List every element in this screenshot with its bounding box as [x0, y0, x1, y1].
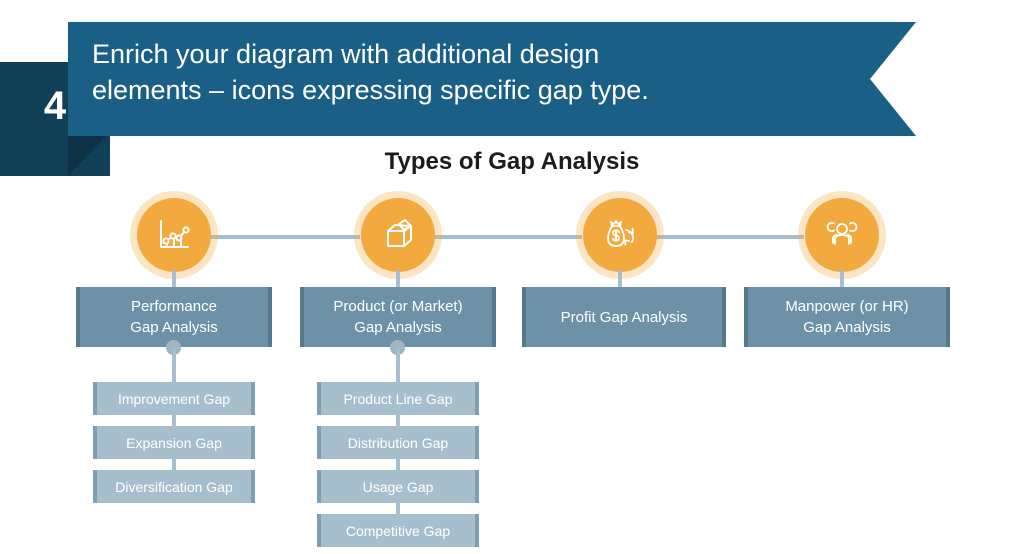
header-banner: Enrich your diagram with additional desi… [68, 22, 916, 136]
sub-box-label: Competitive Gap [345, 522, 451, 539]
connector-rail-3-4 [656, 235, 804, 239]
sub-box-expansion-gap[interactable]: Expansion Gap [93, 426, 255, 459]
sub-box-label: Diversification Gap [115, 478, 233, 495]
connector-rail-2-3 [434, 235, 582, 239]
sub-box-label: Product Line Gap [343, 390, 453, 407]
sub-box-distribution-gap[interactable]: Distribution Gap [317, 426, 479, 459]
sub-box-label: Usage Gap [362, 478, 434, 495]
main-box-profit-label: Profit Gap Analysis [560, 308, 688, 326]
banner-line-1: Enrich your diagram with additional desi… [92, 39, 600, 69]
diagram-title: Types of Gap Analysis [384, 148, 640, 175]
sub-box-label: Expansion Gap [126, 434, 222, 451]
node-circle-manpower[interactable] [805, 198, 879, 272]
stem-performance [172, 270, 176, 288]
sub-box-usage-gap[interactable]: Usage Gap [317, 470, 479, 503]
main-box-manpower[interactable]: Manpower (or HR) Gap Analysis [744, 287, 950, 347]
sub-box-diversification-gap[interactable]: Diversification Gap [93, 470, 255, 503]
main-box-product-label: Product (or Market) Gap Analysis [333, 298, 463, 336]
banner-line-2: elements – icons expressing specific gap… [92, 75, 649, 105]
node-circle-product[interactable] [361, 198, 435, 272]
sub-box-competitive-gap[interactable]: Competitive Gap [317, 514, 479, 547]
main-box-product[interactable]: Product (or Market) Gap Analysis [300, 287, 496, 347]
main-box-performance[interactable]: Performance Gap Analysis [76, 287, 272, 347]
stem-profit [618, 270, 622, 288]
connector-rail-1-2 [210, 235, 360, 239]
main-box-manpower-label: Manpower (or HR) Gap Analysis [785, 298, 909, 336]
three-people-icon [821, 214, 863, 256]
node-circle-performance[interactable] [137, 198, 211, 272]
header-banner-text: Enrich your diagram with additional desi… [92, 36, 832, 108]
main-box-profit[interactable]: Profit Gap Analysis [522, 287, 726, 347]
money-bag-refresh-icon [599, 214, 641, 256]
sub-box-label: Distribution Gap [347, 434, 449, 451]
stem-product [396, 270, 400, 288]
open-box-icon [377, 214, 419, 256]
main-box-performance-label: Performance Gap Analysis [130, 298, 218, 336]
sub-box-label: Improvement Gap [117, 390, 231, 407]
node-circle-profit[interactable] [583, 198, 657, 272]
banner-ribbon-notch [870, 22, 916, 136]
bar-line-chart-icon [153, 214, 195, 256]
sub-box-product-line-gap[interactable]: Product Line Gap [317, 382, 479, 415]
stem-manpower [840, 270, 844, 288]
gap-analysis-diagram: Types of Gap Analysis Performance Gap An… [0, 140, 1024, 554]
sub-box-improvement-gap[interactable]: Improvement Gap [93, 382, 255, 415]
